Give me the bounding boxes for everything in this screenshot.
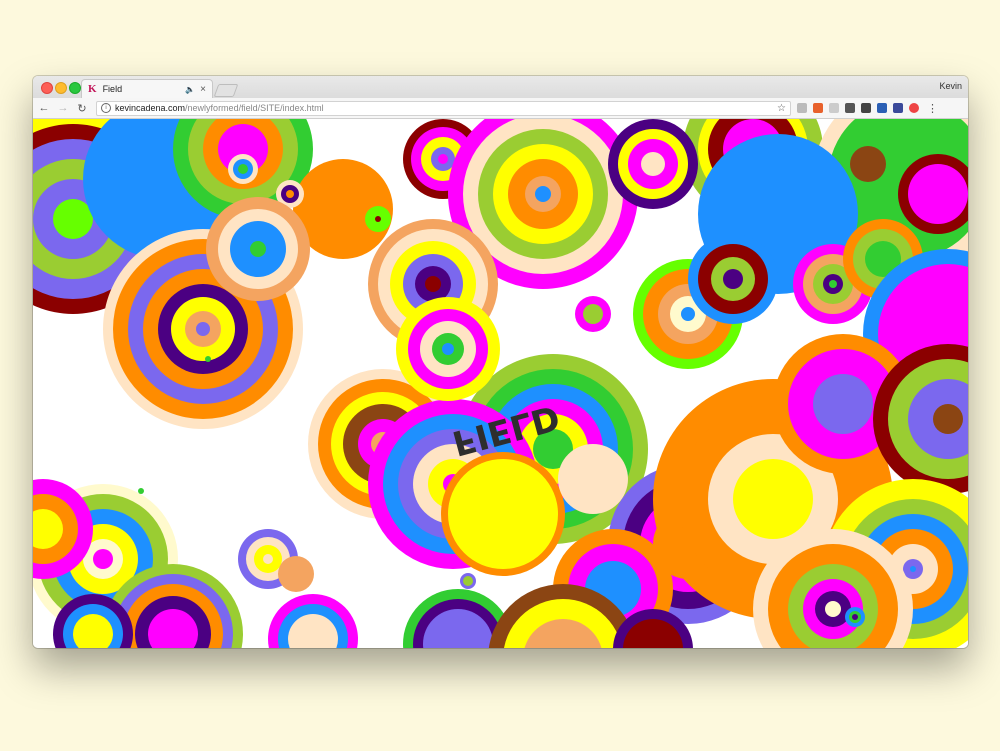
- circle-field[interactable]: FIELD: [33, 119, 968, 648]
- extension-icon[interactable]: [829, 103, 839, 113]
- close-window-button[interactable]: [41, 82, 53, 94]
- minimize-window-button[interactable]: [55, 82, 67, 94]
- decorative-circle: [910, 566, 916, 572]
- back-icon[interactable]: ←: [36, 102, 52, 114]
- extension-icon[interactable]: [797, 103, 807, 113]
- decorative-circle: [933, 404, 963, 434]
- decorative-circle: [278, 556, 314, 592]
- decorative-circle: [425, 276, 441, 292]
- decorative-circle: [138, 488, 144, 494]
- browser-window: K Field 🔈 × Kevin ← → ↻ i kevincadena.co…: [33, 76, 968, 648]
- profile-name[interactable]: Kevin: [939, 81, 962, 91]
- url-host: kevincadena.com: [115, 103, 186, 113]
- decorative-circle: [723, 269, 743, 289]
- maximize-window-button[interactable]: [69, 82, 81, 94]
- decorative-circle: [442, 343, 454, 355]
- new-tab-button[interactable]: [213, 84, 239, 97]
- extension-icon[interactable]: [893, 103, 903, 113]
- address-bar[interactable]: i kevincadena.com /newlyformed/field/SIT…: [96, 100, 791, 116]
- forward-icon[interactable]: →: [55, 102, 71, 114]
- decorative-circle: [205, 356, 211, 362]
- decorative-circle: [908, 164, 968, 224]
- decorative-circle: [825, 601, 841, 617]
- decorative-circle: [238, 164, 248, 174]
- menu-icon[interactable]: ⋮: [927, 102, 938, 115]
- tab-field[interactable]: K Field 🔈 ×: [81, 79, 213, 98]
- decorative-circle: [641, 152, 665, 176]
- decorative-circle: [829, 280, 837, 288]
- evernote-icon[interactable]: [861, 103, 871, 113]
- decorative-circle: [852, 614, 858, 620]
- decorative-circle: [733, 459, 813, 539]
- speaker-icon[interactable]: 🔈: [185, 85, 195, 94]
- star-icon[interactable]: ☆: [777, 103, 786, 114]
- decorative-circle: [250, 241, 266, 257]
- title-bar: K Field 🔈 × Kevin: [33, 76, 968, 98]
- decorative-circle: [375, 216, 381, 222]
- url-path: /newlyformed/field/SITE/index.html: [185, 103, 324, 113]
- tab-title: Field: [102, 84, 123, 94]
- decorative-circle: [263, 554, 273, 564]
- toolbar: ← → ↻ i kevincadena.com /newlyformed/fie…: [33, 98, 968, 119]
- favicon-icon: K: [88, 83, 97, 95]
- tab-close-icon[interactable]: ×: [200, 84, 206, 95]
- decorative-circle: [813, 374, 873, 434]
- extension-icon[interactable]: [813, 103, 823, 113]
- decorative-circle: [583, 304, 603, 324]
- page-canvas[interactable]: FIELD: [33, 119, 968, 648]
- decorative-circle: [535, 186, 551, 202]
- decorative-circle: [196, 322, 210, 336]
- decorative-circle: [438, 154, 448, 164]
- decorative-circle: [850, 146, 886, 182]
- decorative-circle: [286, 190, 294, 198]
- decorative-circle: [448, 459, 558, 569]
- decorative-circle: [93, 549, 113, 569]
- decorative-circle: [558, 444, 628, 514]
- extension-icon[interactable]: [845, 103, 855, 113]
- decorative-circle: [463, 576, 473, 586]
- info-icon[interactable]: i: [101, 103, 111, 113]
- reload-icon[interactable]: ↻: [74, 102, 90, 115]
- decorative-circle: [53, 199, 93, 239]
- google-icon[interactable]: [909, 103, 919, 113]
- decorative-circle: [681, 307, 695, 321]
- extension-icon[interactable]: [877, 103, 887, 113]
